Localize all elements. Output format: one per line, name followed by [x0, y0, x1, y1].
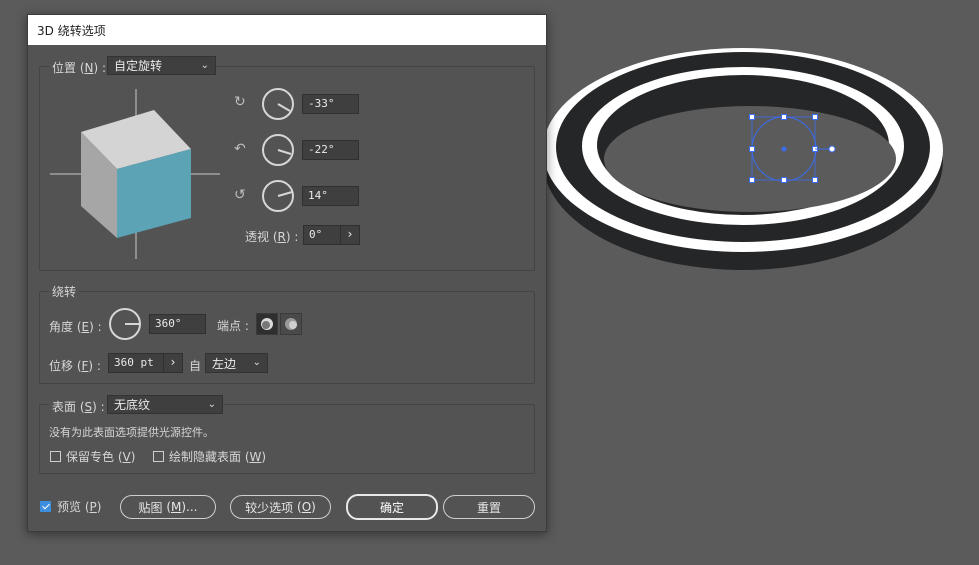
revolve-label: 绕转 [49, 283, 80, 300]
map-art-button[interactable]: 贴图 (M)... [120, 495, 216, 519]
perspective-arrow-button[interactable]: › [340, 225, 360, 245]
position-label: 位置 (N) : [49, 59, 110, 76]
from-select-value: 左边 [212, 356, 237, 371]
preview-label: 预览 (P) [57, 500, 102, 514]
draw-hidden-checkbox[interactable] [153, 451, 164, 462]
from-label: 自 [189, 359, 202, 373]
offset-arrow-button[interactable]: › [163, 353, 183, 373]
reset-button[interactable]: 重置 [443, 495, 535, 519]
dialog-title: 3D 绕转选项 [37, 23, 106, 38]
y-rotation-field[interactable]: -22° [302, 140, 359, 160]
fewer-options-button[interactable]: 较少选项 (O) [230, 495, 331, 519]
preserve-spot-label: 保留专色 (V) [66, 450, 136, 464]
chevron-down-icon: ⌄ [200, 60, 209, 71]
surface-note: 没有为此表面选项提供光源控件。 [49, 426, 214, 439]
cap-label: 端点 : [217, 319, 249, 333]
x-rotation-dial[interactable] [261, 87, 295, 121]
y-axis-rotation-icon: ↶ [234, 141, 246, 157]
perspective-field[interactable]: 0° [303, 225, 341, 245]
perspective-label: 透视 (R) : [245, 230, 299, 244]
offset-field[interactable]: 360 pt [108, 353, 165, 373]
z-rotation-field[interactable]: 14° [302, 186, 359, 206]
x-rotation-field[interactable]: -33° [302, 94, 359, 114]
preserve-spot-checkbox[interactable] [50, 451, 61, 462]
torus-hole [604, 106, 896, 212]
ok-button[interactable]: 确定 [346, 494, 438, 520]
y-rotation-dial[interactable] [261, 133, 295, 167]
dialog-titlebar[interactable]: 3D 绕转选项 [28, 15, 546, 45]
chevron-down-icon: ⌄ [207, 399, 216, 410]
position-select-value: 自定旋转 [114, 59, 163, 73]
angle-field[interactable]: 360° [149, 314, 206, 334]
from-select[interactable]: 左边 ⌄ [205, 353, 268, 373]
draw-hidden-label: 绘制隐藏表面 (W) [169, 450, 267, 464]
chevron-down-icon: ⌄ [252, 357, 261, 368]
revolve-options-dialog: 3D 绕转选项 位置 (N) : 自定旋转 ⌄ ↻ -33° ↶ -22° ↺ … [27, 14, 547, 532]
position-select[interactable]: 自定旋转 ⌄ [107, 56, 216, 75]
surface-select-value: 无底纹 [114, 398, 151, 412]
angle-label: 角度 (E) : [49, 320, 102, 334]
offset-label: 位移 (F) : [49, 359, 101, 373]
rotation-cube[interactable] [50, 89, 222, 261]
z-axis-rotation-icon: ↺ [234, 187, 246, 203]
artboard-preview [543, 48, 943, 270]
z-rotation-dial[interactable] [261, 179, 295, 213]
x-axis-rotation-icon: ↻ [234, 94, 246, 110]
surface-select[interactable]: 无底纹 ⌄ [107, 395, 223, 414]
cap-off-hollow-button[interactable] [280, 313, 302, 335]
revolve-angle-dial[interactable] [108, 307, 142, 341]
preview-checkbox[interactable] [40, 501, 51, 512]
surface-label: 表面 (S) : [49, 398, 108, 415]
cap-on-solid-button[interactable] [256, 313, 278, 335]
